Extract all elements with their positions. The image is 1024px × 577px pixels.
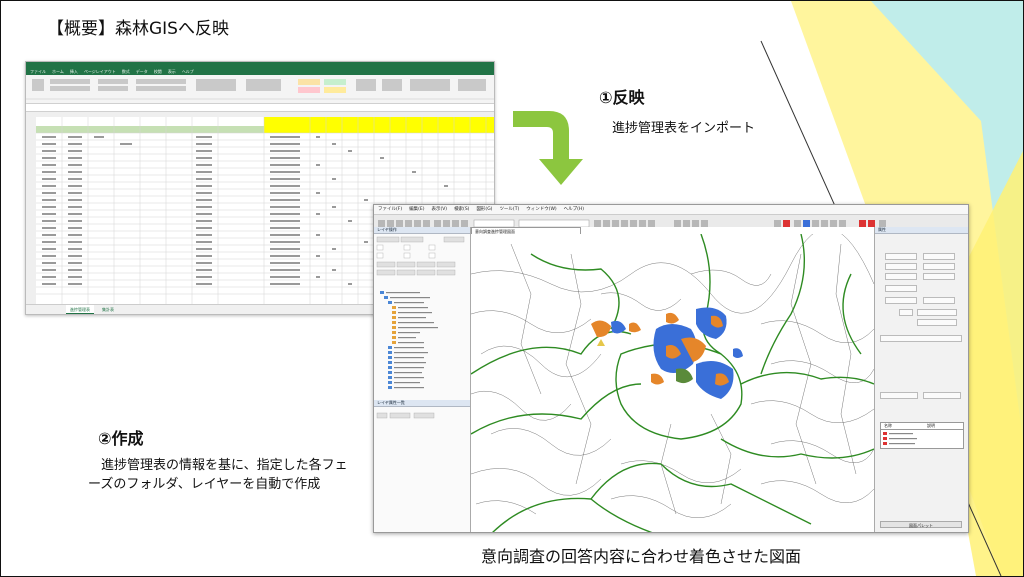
panel-button[interactable] bbox=[885, 253, 917, 260]
layer-panel-controls[interactable] bbox=[374, 234, 470, 284]
step2-heading: ②作成 bbox=[98, 429, 144, 448]
panel-button[interactable] bbox=[923, 273, 955, 280]
legend-header-name: 名称 bbox=[884, 423, 892, 428]
panel-button[interactable] bbox=[885, 285, 917, 292]
panel-button[interactable] bbox=[885, 263, 917, 270]
excel-ribbon bbox=[26, 75, 494, 104]
gis-menu-item[interactable]: ウィンドウ(W) bbox=[526, 205, 556, 214]
layer-panel-title: レイヤ操作 bbox=[374, 227, 470, 234]
slide: 【概要】森林GISへ反映 ファイル ホーム 挿入 ページレイアウト 数式 データ… bbox=[0, 0, 1024, 577]
gis-menu-item[interactable]: ヘルプ(H) bbox=[564, 205, 584, 214]
excel-ribbon-icons bbox=[26, 79, 494, 100]
panel-button[interactable] bbox=[880, 392, 918, 399]
excel-sheet-tab[interactable]: 集計表 bbox=[98, 305, 118, 314]
palette-tab[interactable]: 図面パレット bbox=[880, 521, 962, 528]
gis-menu-item[interactable]: ファイル(F) bbox=[378, 205, 402, 214]
step2-description: 進捗管理表の情報を基に、指定した各フェーズのフォルダ、レイヤーを自動で作成 bbox=[88, 458, 348, 492]
gis-properties-panel: 属性 名称 説明 図面パレット bbox=[875, 227, 968, 532]
gis-app-screenshot: ファイル(F) 編集(E) 表示(V) 検索(S) 図形(G) ツール(T) ウ… bbox=[373, 204, 969, 533]
legend-header-desc: 説明 bbox=[927, 423, 935, 428]
map-tab[interactable]: 意向調査進捗管理図面 bbox=[471, 227, 581, 234]
gis-menu-item[interactable]: 表示(V) bbox=[431, 205, 447, 214]
panel-dropdown[interactable] bbox=[917, 309, 957, 316]
layer-tree[interactable] bbox=[378, 289, 466, 397]
panel-dropdown[interactable] bbox=[880, 335, 962, 342]
attr-panel-title: レイヤ属性一覧 bbox=[374, 400, 470, 407]
panel-button[interactable] bbox=[923, 392, 961, 399]
excel-yellow-header bbox=[264, 117, 494, 133]
properties-panel-title: 属性 bbox=[875, 227, 968, 234]
panel-button[interactable] bbox=[923, 253, 955, 260]
gis-menu-item[interactable]: 検索(S) bbox=[454, 205, 469, 214]
green-arrow-icon bbox=[513, 111, 583, 185]
map-caption: 意向調査の回答内容に合わせ着色させた図面 bbox=[481, 547, 802, 566]
excel-sheet-tab[interactable]: 進捗管理表 bbox=[66, 305, 94, 314]
panel-dropdown[interactable] bbox=[917, 319, 957, 326]
gis-menu-item[interactable]: ツール(T) bbox=[499, 205, 519, 214]
gis-menu-item[interactable]: 図形(G) bbox=[476, 205, 492, 214]
gis-menu-item[interactable]: 編集(E) bbox=[409, 205, 424, 214]
excel-titlebar bbox=[26, 62, 494, 69]
attr-panel-controls[interactable] bbox=[374, 407, 470, 427]
slide-title: 【概要】森林GISへ反映 bbox=[47, 19, 229, 39]
panel-stepper[interactable] bbox=[899, 309, 913, 316]
gis-menubar: ファイル(F) 編集(E) 表示(V) 検索(S) 図形(G) ツール(T) ウ… bbox=[374, 205, 968, 215]
panel-button[interactable] bbox=[885, 273, 917, 280]
step1-heading: ①反映 bbox=[599, 88, 645, 107]
legend-rows[interactable] bbox=[881, 430, 963, 448]
panel-button[interactable] bbox=[923, 297, 955, 304]
gis-layer-panel: レイヤ操作 レイヤ属性一覧 bbox=[374, 227, 471, 532]
attr-panel: レイヤ属性一覧 bbox=[374, 400, 470, 431]
panel-button[interactable] bbox=[923, 263, 955, 270]
excel-formula-bar[interactable] bbox=[26, 104, 494, 112]
step1-description: 進捗管理表をインポート bbox=[612, 121, 756, 136]
legend-table: 名称 説明 bbox=[880, 422, 964, 449]
legend-header-row: 名称 説明 bbox=[881, 423, 963, 430]
excel-green-header bbox=[36, 126, 264, 133]
gis-map-view[interactable]: 意向調査進捗管理図面 bbox=[471, 227, 875, 532]
forest-map[interactable] bbox=[471, 234, 874, 532]
panel-button[interactable] bbox=[885, 297, 917, 304]
